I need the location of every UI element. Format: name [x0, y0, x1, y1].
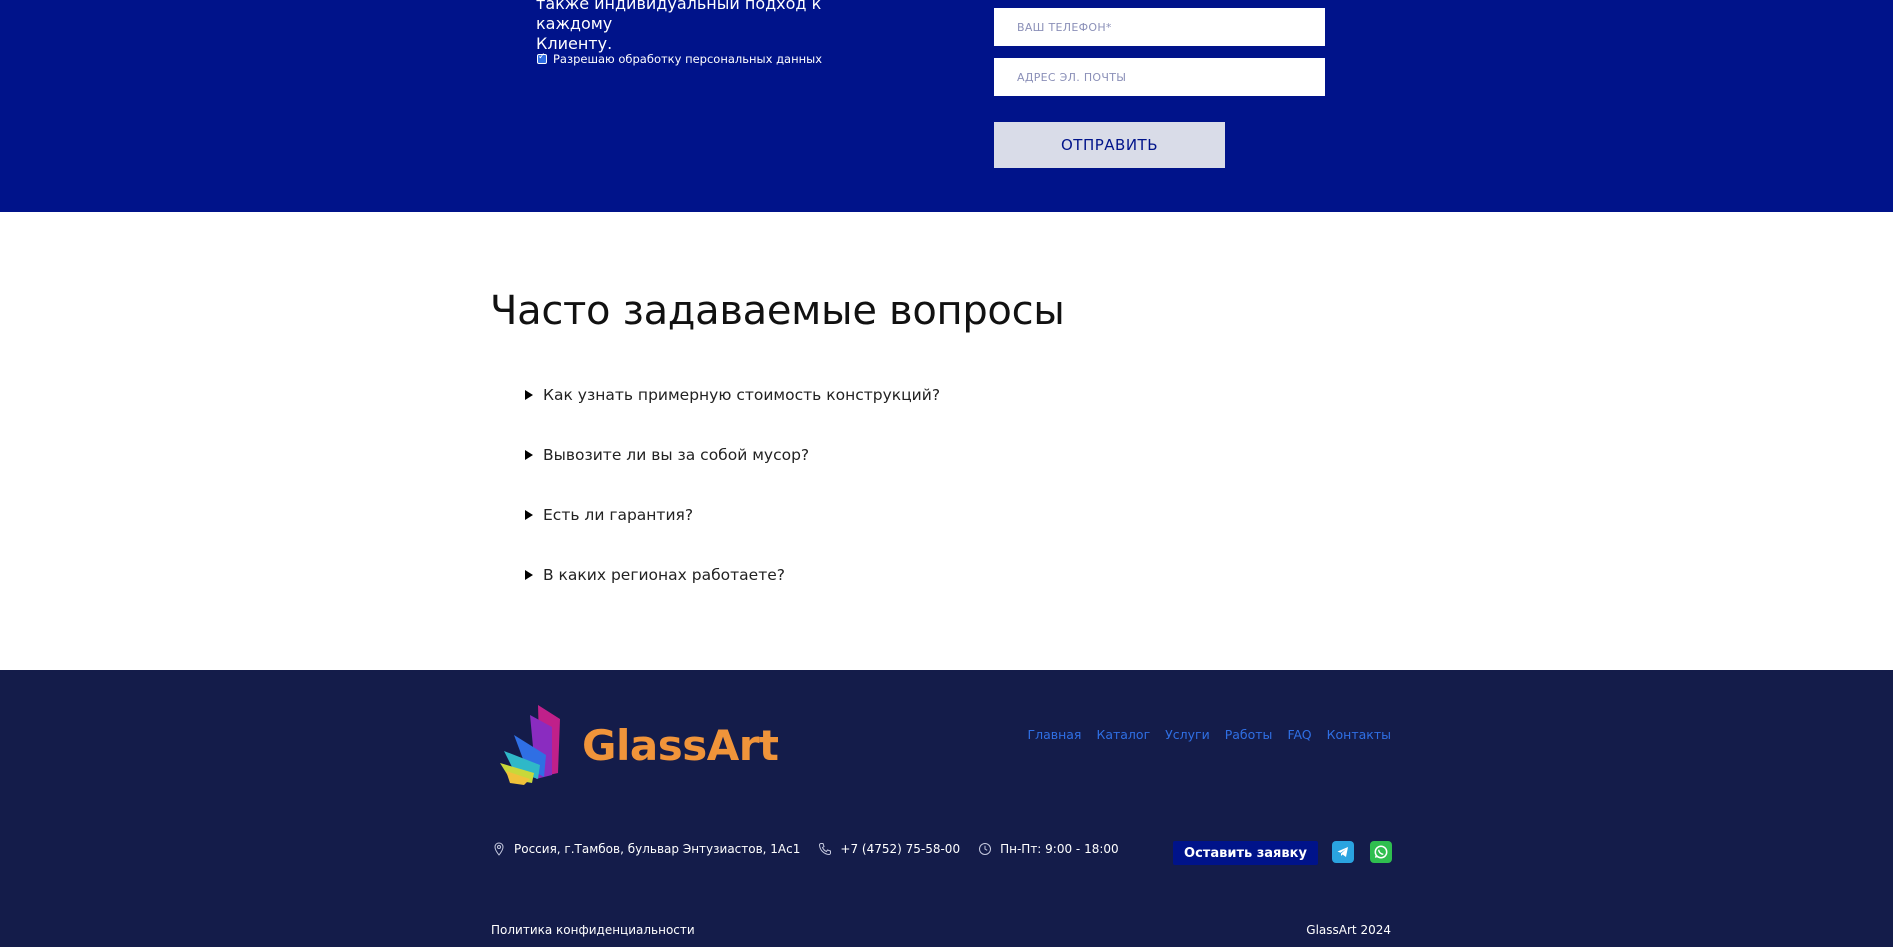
hours-item: Пн-Пт: 9:00 - 18:00 — [978, 842, 1119, 856]
nav-link-catalog[interactable]: Каталог — [1096, 727, 1150, 742]
whatsapp-icon[interactable] — [1370, 841, 1392, 863]
brand-name: GlassArt — [582, 720, 779, 770]
faq-item-warranty[interactable]: Есть ли гарантия? — [525, 505, 940, 525]
privacy-policy-link[interactable]: Политика конфиденциальности — [491, 923, 695, 937]
telegram-icon[interactable] — [1332, 841, 1354, 863]
copyright-text: GlassArt 2024 — [1306, 923, 1391, 937]
consent-label: Разрешаю обработку персональных данных — [553, 52, 823, 66]
nav-link-faq[interactable]: FAQ — [1287, 727, 1311, 742]
phone-text: +7 (4752) 75-58-00 — [840, 842, 961, 856]
glassart-logo-icon — [500, 705, 560, 785]
form-intro-text: также индивидуальный подход к каждому Кл… — [536, 0, 896, 54]
email-placeholder: АДРЕС ЭЛ. ПОЧТЫ — [1017, 70, 1127, 84]
nav-link-services[interactable]: Услуги — [1165, 727, 1210, 742]
contact-info-row: Россия, г.Тамбов, бульвар Энтузиастов, 1… — [492, 842, 1137, 856]
footer-nav: Главная Каталог Услуги Работы FAQ Контак… — [1027, 727, 1391, 742]
consent-checkbox[interactable] — [537, 51, 547, 64]
footer-logo[interactable]: GlassArt — [500, 705, 779, 785]
faq-question: В каких регионах работаете? — [543, 566, 785, 584]
clock-icon — [979, 843, 992, 855]
email-input[interactable]: АДРЕС ЭЛ. ПОЧТЫ — [994, 58, 1325, 96]
form-intro-line-2: Клиенту. — [536, 34, 613, 53]
submit-button[interactable]: ОТПРАВИТЬ — [994, 122, 1225, 168]
faq-list: Как узнать примерную стоимость конструкц… — [525, 385, 940, 625]
map-pin-icon — [494, 842, 504, 856]
nav-link-works[interactable]: Работы — [1225, 727, 1273, 742]
phone-item[interactable]: +7 (4752) 75-58-00 — [818, 842, 960, 856]
leave-request-button[interactable]: Оставить заявку — [1173, 841, 1318, 865]
consent-checkbox-row[interactable]: Разрешаю обработку персональных данных — [537, 51, 823, 66]
triangle-right-icon — [525, 570, 533, 580]
address-item: Россия, г.Тамбов, бульвар Энтузиастов, 1… — [492, 842, 800, 856]
triangle-right-icon — [525, 390, 533, 400]
phone-icon — [819, 843, 832, 856]
nav-link-home[interactable]: Главная — [1027, 727, 1081, 742]
faq-item-garbage[interactable]: Вывозите ли вы за собой мусор? — [525, 445, 940, 465]
faq-title: Часто задаваемые вопросы — [490, 288, 1065, 334]
form-intro-line-1: также индивидуальный подход к каждому — [536, 0, 822, 33]
phone-placeholder: ВАШ ТЕЛЕФОН* — [1017, 20, 1112, 34]
contact-form-section: также индивидуальный подход к каждому Кл… — [0, 0, 1893, 212]
faq-question: Как узнать примерную стоимость конструкц… — [543, 386, 941, 404]
address-text: Россия, г.Тамбов, бульвар Энтузиастов, 1… — [514, 842, 801, 856]
hours-text: Пн-Пт: 9:00 - 18:00 — [1000, 842, 1119, 856]
triangle-right-icon — [525, 450, 533, 460]
phone-input[interactable]: ВАШ ТЕЛЕФОН* — [994, 8, 1325, 46]
footer: GlassArt Главная Каталог Услуги Работы F… — [0, 670, 1893, 947]
faq-item-regions[interactable]: В каких регионах работаете? — [525, 565, 940, 585]
faq-question: Есть ли гарантия? — [543, 506, 694, 524]
faq-item-cost[interactable]: Как узнать примерную стоимость конструкц… — [525, 385, 940, 405]
triangle-right-icon — [525, 510, 533, 520]
faq-question: Вывозите ли вы за собой мусор? — [543, 446, 810, 464]
nav-link-contacts[interactable]: Контакты — [1327, 727, 1391, 742]
